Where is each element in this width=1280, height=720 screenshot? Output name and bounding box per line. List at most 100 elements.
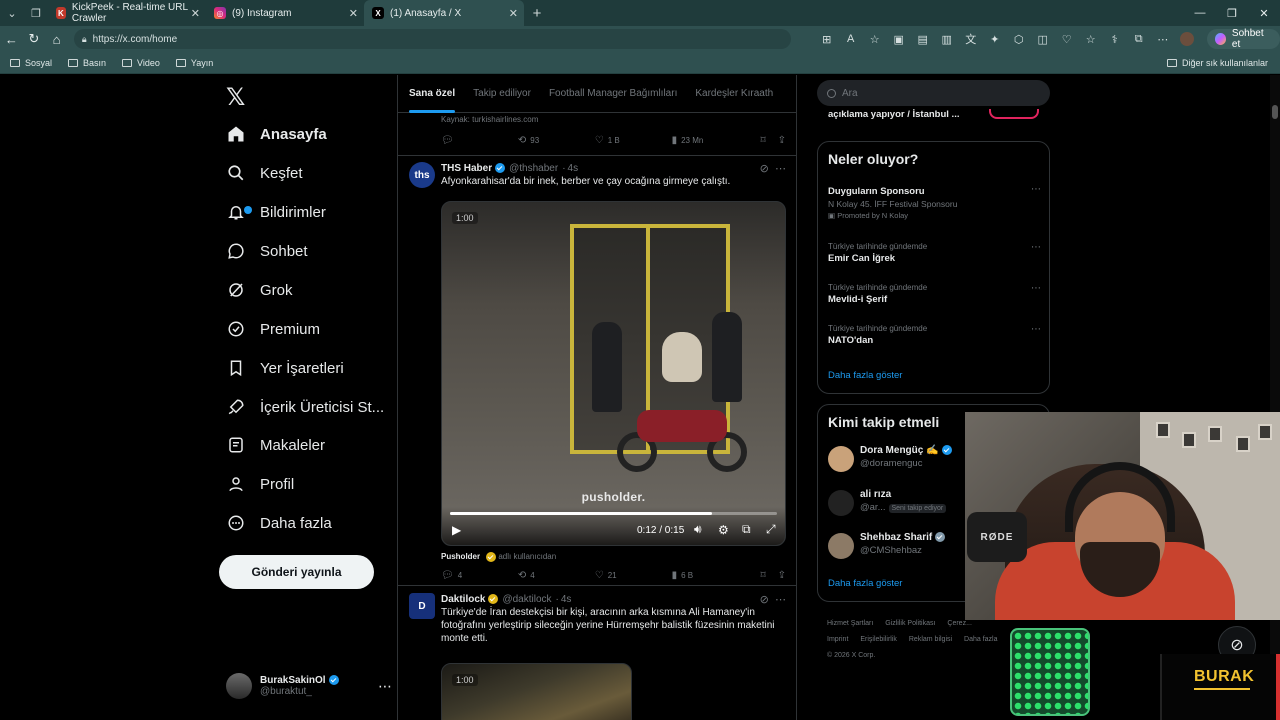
new-tab-button[interactable]: + xyxy=(524,5,550,22)
avatar[interactable] xyxy=(1179,32,1194,46)
translate-icon[interactable]: 文 xyxy=(959,31,983,47)
nav-item-explore[interactable]: Keşfet xyxy=(226,158,303,188)
grok-icon[interactable]: ⊘ xyxy=(760,594,769,606)
more-dots-icon[interactable]: ⋯ xyxy=(1031,242,1041,253)
favorites-icon[interactable]: ☆ xyxy=(1079,33,1103,46)
tweet-video[interactable]: 1:00 pusholder. ▶ 0:12 / 0:15 🔊︎ ⚙ ⧉ ⤢ xyxy=(441,201,786,546)
bookmark-folder[interactable]: Video xyxy=(122,58,160,68)
nav-item-chat[interactable]: Sohbet xyxy=(226,236,308,266)
tab-list-kardesler[interactable]: Kardeşler Kıraath xyxy=(695,75,773,113)
nav-item-home[interactable]: Anasayfa xyxy=(226,119,327,149)
extension-icon[interactable]: ✦ xyxy=(983,33,1007,46)
bookmark-icon[interactable]: ⌑ xyxy=(760,135,765,146)
window-close-icon[interactable]: ✕ xyxy=(1248,7,1280,20)
account-switcher[interactable]: BurakSakinOl @buraktut_ ⋯ xyxy=(226,671,392,701)
volume-icon[interactable]: 🔊︎ xyxy=(694,522,702,537)
nav-item-articles[interactable]: Makaleler xyxy=(226,430,325,460)
tweet-time[interactable]: 4s xyxy=(561,594,572,605)
like-button[interactable]: ♡ 1 B xyxy=(595,135,672,146)
grok-icon[interactable]: ⊘ xyxy=(760,163,769,175)
author-handle[interactable]: @thshaber xyxy=(509,163,558,174)
reply-button[interactable]: 💬︎ 4 xyxy=(441,570,518,581)
views-button[interactable]: ▮ 6 B xyxy=(672,570,749,581)
bookmark-folder[interactable]: Sosyal xyxy=(10,58,52,68)
browser-tab-kickpeek[interactable]: K KickPeek - Real-time URL Crawler ✕ xyxy=(48,0,206,26)
post-button[interactable]: Gönderi yayınla xyxy=(219,555,374,589)
nav-item-bookmarks[interactable]: Yer İşaretleri xyxy=(226,353,344,383)
search-input[interactable]: Ara xyxy=(817,80,1050,106)
more-dots-icon[interactable]: ⋯ xyxy=(1031,324,1041,335)
nav-item-creator-studio[interactable]: İçerik Üreticisi St... xyxy=(226,392,384,422)
reload-icon[interactable]: ↻ xyxy=(23,31,46,47)
footer-link[interactable]: Daha fazla xyxy=(964,636,997,643)
trend-item[interactable]: Türkiye tarihinde gündemde NATO'dan ⋯ xyxy=(828,324,1041,346)
trend-item[interactable]: Duyguların Sponsoru N Kolay 45. İFF Fest… xyxy=(828,184,1041,220)
tweet-time[interactable]: 4s xyxy=(568,163,579,174)
other-favorites-folder[interactable]: Diğer sık kullanılanlar xyxy=(1166,58,1268,68)
author-handle[interactable]: @daktilock xyxy=(502,594,551,605)
x-logo-icon[interactable]: 𝕏 xyxy=(226,83,245,112)
nav-item-profile[interactable]: Profil xyxy=(226,469,294,499)
more-dots-icon[interactable]: ⋯ xyxy=(775,594,786,606)
settings-more-icon[interactable]: ⋯ xyxy=(1151,33,1175,46)
like-button[interactable]: ♡ 21 xyxy=(595,570,672,581)
collections-icon[interactable]: ⧉ xyxy=(1127,33,1151,46)
browser-essentials-icon[interactable]: ♡ xyxy=(1055,33,1079,46)
tweet[interactable]: D Daktilock @daktilock · 4s ⊘ ⋯ Türkiye'de … xyxy=(398,587,796,720)
avatar[interactable]: D xyxy=(409,593,435,619)
scrollbar-thumb[interactable] xyxy=(1272,105,1278,119)
app-install-icon[interactable]: ⊞ xyxy=(815,33,839,46)
reply-button[interactable]: 💬︎ xyxy=(441,135,518,146)
attribution-name[interactable]: Pusholder xyxy=(441,552,480,561)
retweet-button[interactable]: ⟲ 4 xyxy=(518,570,595,581)
extension-icon[interactable]: ▤ xyxy=(911,33,935,46)
bookmark-folder[interactable]: Yayın xyxy=(175,58,213,68)
nav-item-grok[interactable]: Grok xyxy=(226,275,293,305)
tab-list-football-manager[interactable]: Football Manager Bağımlıları xyxy=(549,75,677,113)
tab-list-icon[interactable]: ⌄ xyxy=(0,0,24,26)
more-dots-icon[interactable]: ⋯ xyxy=(1031,184,1041,195)
copilot-chat-button[interactable]: Sohbet et xyxy=(1206,28,1280,50)
settings-gear-icon[interactable]: ⚙ xyxy=(718,523,729,537)
more-dots-icon[interactable]: ⋯ xyxy=(1031,283,1041,294)
read-aloud-icon[interactable]: A xyxy=(839,33,863,45)
views-button[interactable]: ▮ 23 Mn xyxy=(672,135,749,146)
split-screen-icon[interactable]: ◫ xyxy=(1031,33,1055,46)
favorite-star-icon[interactable]: ☆ xyxy=(863,33,887,46)
avatar[interactable]: ths xyxy=(409,162,435,188)
tab-following[interactable]: Takip ediliyor xyxy=(473,75,531,113)
page-scrollbar[interactable] xyxy=(1270,75,1280,720)
footer-link[interactable]: Gizlilik Politikası xyxy=(885,620,935,627)
close-icon[interactable]: ✕ xyxy=(349,7,358,20)
tweet-video[interactable]: 1:00 xyxy=(441,663,632,720)
retweet-button[interactable]: ⟲ 93 xyxy=(518,135,595,146)
footer-link[interactable]: Imprint xyxy=(827,636,848,643)
share-icon[interactable]: ⇪ xyxy=(778,570,786,581)
tweet[interactable]: ths THS Haber @thshaber · 4s ⊘ ⋯ Afyonkarah… xyxy=(398,156,796,586)
show-more-link[interactable]: Daha fazla göster xyxy=(828,370,902,381)
bookmark-folder[interactable]: Basın xyxy=(68,58,106,68)
pip-icon[interactable]: ⧉ xyxy=(742,522,751,537)
play-icon[interactable]: ▶ xyxy=(452,523,461,537)
footer-link[interactable]: Erişilebilirlik xyxy=(860,636,897,643)
nav-item-notifications[interactable]: Bildirimler xyxy=(226,197,326,227)
share-icon[interactable]: ⇪ xyxy=(778,135,786,146)
author-name[interactable]: Daktilock xyxy=(441,594,485,605)
extension-icon[interactable]: ▥ xyxy=(935,33,959,46)
close-icon[interactable]: ✕ xyxy=(509,7,518,20)
bookmark-icon[interactable]: ⌑ xyxy=(760,570,765,581)
video-progress-bar[interactable] xyxy=(450,512,777,515)
maximize-icon[interactable]: ❐ xyxy=(1216,7,1248,20)
footer-link[interactable]: Reklam bilgisi xyxy=(909,636,952,643)
trend-item[interactable]: Türkiye tarihinde gündemde Emir Can İğre… xyxy=(828,242,1041,264)
author-name[interactable]: THS Haber xyxy=(441,163,492,174)
performance-icon[interactable]: ⚕ xyxy=(1103,33,1127,46)
nav-item-more[interactable]: Daha fazla xyxy=(226,508,332,538)
back-icon[interactable]: ← xyxy=(0,32,23,47)
nav-item-premium[interactable]: Premium xyxy=(226,314,320,344)
home-browser-icon[interactable]: ⌂ xyxy=(45,32,68,47)
footer-link[interactable]: Çerez... xyxy=(947,620,972,627)
footer-link[interactable]: Hizmet Şartları xyxy=(827,620,873,627)
live-event-snippet[interactable]: açıklama yapıyor / İstanbul ... xyxy=(828,109,959,120)
url-input[interactable]: 🔒︎ https://x.com/home xyxy=(73,29,791,49)
